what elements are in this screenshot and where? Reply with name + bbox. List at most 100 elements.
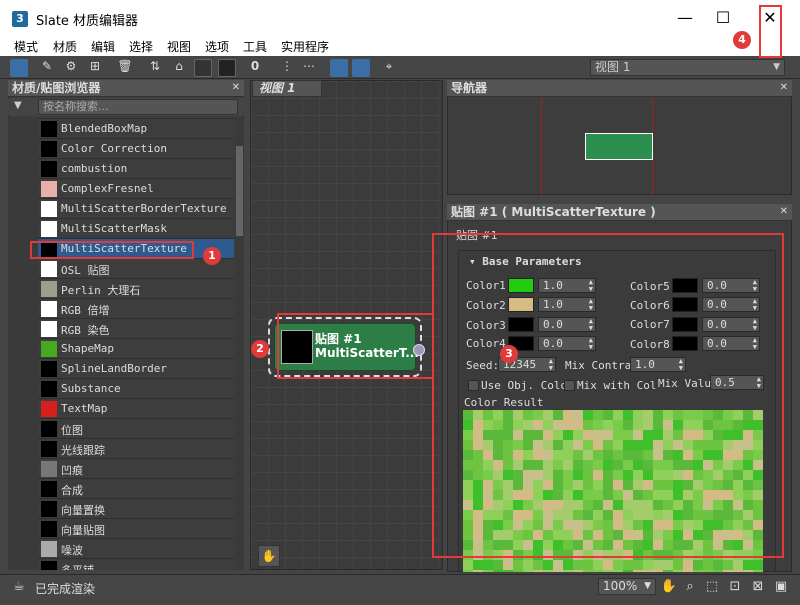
spinner-arrows-icon[interactable]: ▲ ▼ <box>753 279 757 293</box>
map-name-field[interactable]: 贴图 #1 <box>456 227 498 243</box>
zoom-region-icon[interactable]: ⬚ <box>703 578 721 596</box>
list-view-icon[interactable] <box>330 59 348 77</box>
color8-value[interactable]: 0.0 ▲ ▼ <box>702 336 760 351</box>
grid-view-icon[interactable] <box>352 59 370 77</box>
list-item[interactable]: ShapeMap <box>38 338 234 358</box>
zoom-selector[interactable]: 100% ▼ <box>598 578 656 595</box>
maximize-icon[interactable]: ☐ <box>708 6 738 30</box>
frame-icon[interactable]: ▣ <box>772 578 790 596</box>
list-item[interactable]: Substance <box>38 378 234 398</box>
menu-item-utilities[interactable]: 实用程序 <box>281 38 329 55</box>
show-map-icon[interactable] <box>194 59 212 77</box>
menu-item-view[interactable]: 视图 <box>167 38 191 55</box>
pan-hand-icon[interactable]: ✋ <box>258 545 280 567</box>
spinner-arrows-icon[interactable]: ▲ ▼ <box>679 358 683 372</box>
background-icon[interactable] <box>218 59 236 77</box>
spinner-arrows-icon[interactable]: ▲ ▼ <box>589 298 593 312</box>
list-item[interactable]: 合成 <box>38 478 234 498</box>
list-item[interactable]: MultiScatterBorderTexture <box>38 198 234 218</box>
eyedropper-icon[interactable]: ✎ <box>38 59 56 77</box>
menu-item-options[interactable]: 选项 <box>205 38 229 55</box>
color5-value[interactable]: 0.0 ▲ ▼ <box>702 278 760 293</box>
color2-value[interactable]: 1.0 ▲ ▼ <box>538 297 596 312</box>
navigator-node-preview[interactable] <box>585 133 653 160</box>
move-children-icon[interactable]: ⋮ <box>278 59 296 77</box>
list-item[interactable]: MultiScatterMask <box>38 218 234 238</box>
scrollbar-thumb[interactable] <box>236 146 243 236</box>
color6-value[interactable]: 0.0 ▲ ▼ <box>702 297 760 312</box>
minimize-icon[interactable]: — <box>670 6 700 30</box>
hide-unused-icon[interactable]: ⋯ <box>300 59 318 77</box>
list-item[interactable]: 噪波 <box>38 538 234 558</box>
layout-children-icon[interactable]: ⌂ <box>170 59 188 77</box>
tab-view-1[interactable]: 视图 1 <box>252 80 322 97</box>
browser-scrollbar[interactable] <box>235 118 244 570</box>
color7-swatch[interactable] <box>672 317 698 332</box>
list-item[interactable]: Color Correction <box>38 138 234 158</box>
close-icon[interactable]: ✕ <box>755 6 785 30</box>
view-selector[interactable]: 视图 1 ▼ <box>590 59 785 76</box>
list-item[interactable]: Perlin 大理石 <box>38 278 234 298</box>
color3-value[interactable]: 0.0 ▲ ▼ <box>538 317 596 332</box>
zoom-extents-icon[interactable]: ⊡ <box>726 578 744 596</box>
output-socket[interactable] <box>413 344 425 356</box>
list-item[interactable]: 向量置换 <box>38 498 234 518</box>
map-node[interactable]: 贴图 #1 MultiScatterT... <box>268 317 425 377</box>
zoom-extents-selected-icon[interactable]: ⊠ <box>749 578 767 596</box>
options-triangle-icon[interactable]: ▼ <box>14 100 22 111</box>
list-item[interactable]: 位图 <box>38 418 234 438</box>
mix-value[interactable]: 0.5 ▲ ▼ <box>710 375 764 390</box>
color8-swatch[interactable] <box>672 336 698 351</box>
list-item[interactable]: 向量贴图 <box>38 518 234 538</box>
color5-swatch[interactable] <box>672 278 698 293</box>
menu-item-material[interactable]: 材质 <box>53 38 77 55</box>
list-item[interactable]: 光线跟踪 <box>38 438 234 458</box>
spinner-arrows-icon[interactable]: ▲ ▼ <box>757 376 761 390</box>
delete-icon[interactable]: 🗑 <box>116 59 134 77</box>
zoom-icon[interactable]: ⌕ <box>681 578 699 596</box>
mix-with-color-checkbox[interactable] <box>564 380 575 391</box>
menu-item-mode[interactable]: 模式 <box>14 38 38 55</box>
menu-item-edit[interactable]: 编辑 <box>91 38 115 55</box>
spinner-arrows-icon[interactable]: ▲ ▼ <box>589 337 593 351</box>
menu-item-tools[interactable]: 工具 <box>243 38 267 55</box>
spinner-arrows-icon[interactable]: ▲ ▼ <box>753 318 757 332</box>
mix-contrast-value[interactable]: 1.0 ▲ ▼ <box>630 357 686 372</box>
search-input[interactable]: 按名称搜索... <box>38 99 238 115</box>
use-obj-color-checkbox[interactable] <box>468 380 479 391</box>
list-item[interactable]: RGB 倍增 <box>38 298 234 318</box>
list-item[interactable]: 多平铺 <box>38 558 234 570</box>
color6-swatch[interactable] <box>672 297 698 312</box>
list-item[interactable]: BlendedBoxMap <box>38 118 234 138</box>
close-icon[interactable]: ✕ <box>232 80 240 96</box>
spinner-arrows-icon[interactable]: ▲ ▼ <box>549 358 553 372</box>
list-item[interactable]: RGB 染色 <box>38 318 234 338</box>
color1-value[interactable]: 1.0 ▲ ▼ <box>538 278 596 293</box>
spinner-arrows-icon[interactable]: ▲ ▼ <box>589 279 593 293</box>
spinner-arrows-icon[interactable]: ▲ ▼ <box>589 318 593 332</box>
color1-swatch[interactable] <box>508 278 534 293</box>
color4-value[interactable]: 0.0 ▲ ▼ <box>538 336 596 351</box>
list-item[interactable]: combustion <box>38 158 234 178</box>
list-item[interactable]: ComplexFresnel <box>38 178 234 198</box>
render-icon[interactable]: 0 <box>246 59 264 77</box>
close-icon[interactable]: ✕ <box>780 80 788 96</box>
rollout-header[interactable]: ▾ Base Parameters <box>469 255 582 268</box>
spinner-arrows-icon[interactable]: ▲ ▼ <box>753 337 757 351</box>
select-tool-icon[interactable] <box>10 59 28 77</box>
color7-value[interactable]: 0.0 ▲ ▼ <box>702 317 760 332</box>
list-item[interactable]: 凹痕 <box>38 458 234 478</box>
snap-icon[interactable]: ⌖ <box>380 59 398 77</box>
list-item[interactable]: TextMap <box>38 398 234 418</box>
spinner-arrows-icon[interactable]: ▲ ▼ <box>753 298 757 312</box>
assign-icon[interactable]: ⊞ <box>86 59 104 77</box>
list-item[interactable]: SplineLandBorder <box>38 358 234 378</box>
pan-icon[interactable]: ✋ <box>660 578 678 596</box>
pick-icon[interactable]: ⚙ <box>62 59 80 77</box>
menu-item-select[interactable]: 选择 <box>129 38 153 55</box>
node-body[interactable]: 贴图 #1 MultiScatterT... <box>274 323 425 371</box>
close-icon[interactable]: ✕ <box>780 204 788 220</box>
color3-swatch[interactable] <box>508 317 534 332</box>
color2-swatch[interactable] <box>508 297 534 312</box>
layout-icon[interactable]: ⇅ <box>146 59 164 77</box>
